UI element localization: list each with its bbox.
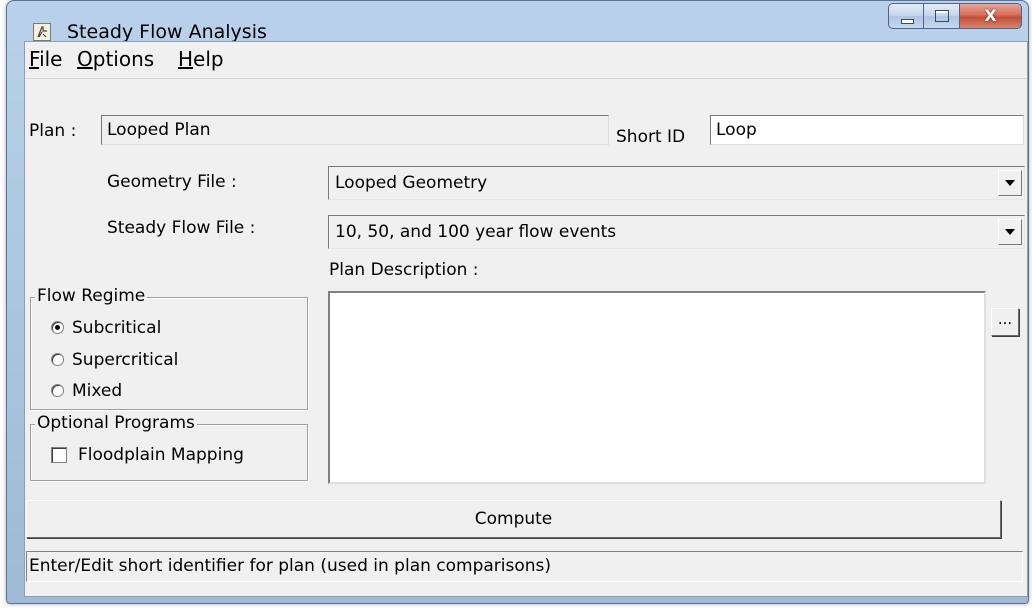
radio-subcritical-label: Subcritical — [72, 318, 162, 338]
steady-flow-file-label: Steady Flow File : — [107, 218, 256, 238]
chevron-down-icon[interactable] — [998, 170, 1022, 196]
caption-buttons: X — [888, 3, 1022, 33]
steady-flow-window: Steady Flow Analysis X File Options Help… — [6, 0, 1029, 604]
menu-help-label: elp — [193, 47, 224, 71]
maximize-icon — [935, 10, 949, 22]
steady-flow-file-value: 10, 50, and 100 year flow events — [335, 222, 617, 242]
status-bar: Enter/Edit short identifier for plan (us… — [26, 551, 1023, 582]
maximize-button[interactable] — [924, 3, 960, 29]
window-title: Steady Flow Analysis — [67, 21, 267, 43]
geometry-file-value: Looped Geometry — [335, 173, 488, 193]
minimize-icon — [901, 19, 914, 24]
steady-flow-file-select[interactable]: 10, 50, and 100 year flow events — [328, 215, 1025, 249]
close-button[interactable]: X — [960, 3, 1022, 29]
menu-bar: File Options Help — [25, 42, 1027, 79]
plan-name-field: Looped Plan — [101, 115, 609, 145]
optional-programs-group: Optional Programs Floodplain Mapping — [30, 413, 308, 481]
radio-mixed-label: Mixed — [72, 381, 123, 401]
chevron-down-icon[interactable] — [998, 219, 1022, 245]
floodplain-mapping-box[interactable] — [51, 447, 67, 463]
short-id-input[interactable]: Loop — [710, 115, 1024, 145]
menu-help-accel: H — [178, 47, 194, 71]
short-id-label: Short ID — [616, 127, 686, 147]
radio-mixed-indicator[interactable] — [51, 384, 64, 397]
menu-options-accel: O — [77, 47, 93, 71]
plan-description-textarea[interactable] — [328, 291, 986, 484]
optional-programs-title: Optional Programs — [35, 413, 197, 433]
flow-regime-title: Flow Regime — [35, 286, 148, 306]
minimize-button[interactable] — [888, 3, 924, 29]
menu-options-label: ptions — [92, 47, 155, 71]
plan-label: Plan : — [29, 121, 77, 141]
floodplain-mapping-label: Floodplain Mapping — [78, 445, 244, 465]
close-icon: X — [984, 6, 997, 25]
title-bar[interactable]: Steady Flow Analysis X — [7, 1, 1028, 43]
geometry-file-select[interactable]: Looped Geometry — [328, 166, 1025, 200]
app-icon[interactable] — [33, 23, 51, 41]
radio-supercritical-label: Supercritical — [72, 350, 179, 370]
radio-subcritical-indicator[interactable] — [51, 321, 64, 334]
menu-file-accel: F — [29, 47, 40, 71]
geometry-file-label: Geometry File : — [107, 172, 237, 192]
description-more-button[interactable]: ... — [991, 308, 1019, 336]
flow-regime-group: Flow Regime Subcritical Supercritical Mi… — [30, 286, 308, 410]
compute-button[interactable]: Compute — [26, 500, 1001, 538]
menu-help[interactable]: Help — [178, 47, 224, 71]
client-area: File Options Help Plan : Looped Plan Sho… — [24, 41, 1028, 597]
radio-supercritical-indicator[interactable] — [51, 353, 64, 366]
menu-file-label: ile — [39, 47, 63, 71]
menu-file[interactable]: File — [29, 47, 62, 71]
plan-description-label: Plan Description : — [329, 260, 479, 280]
menu-options[interactable]: Options — [77, 47, 154, 71]
